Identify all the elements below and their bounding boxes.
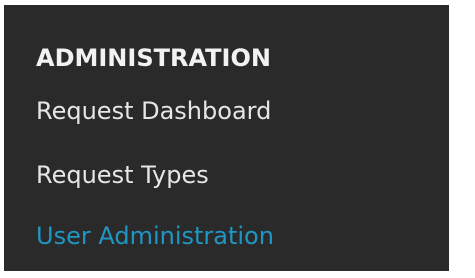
menu-item-user-administration[interactable]: User Administration (36, 221, 274, 251)
menu-item-request-types[interactable]: Request Types (36, 160, 209, 190)
menu-item-request-dashboard[interactable]: Request Dashboard (36, 96, 271, 126)
screenshot-frame: ADMINISTRATION Request Dashboard Request… (0, 0, 475, 278)
administration-heading: ADMINISTRATION (36, 44, 271, 72)
administration-menu-panel: ADMINISTRATION Request Dashboard Request… (4, 5, 449, 271)
